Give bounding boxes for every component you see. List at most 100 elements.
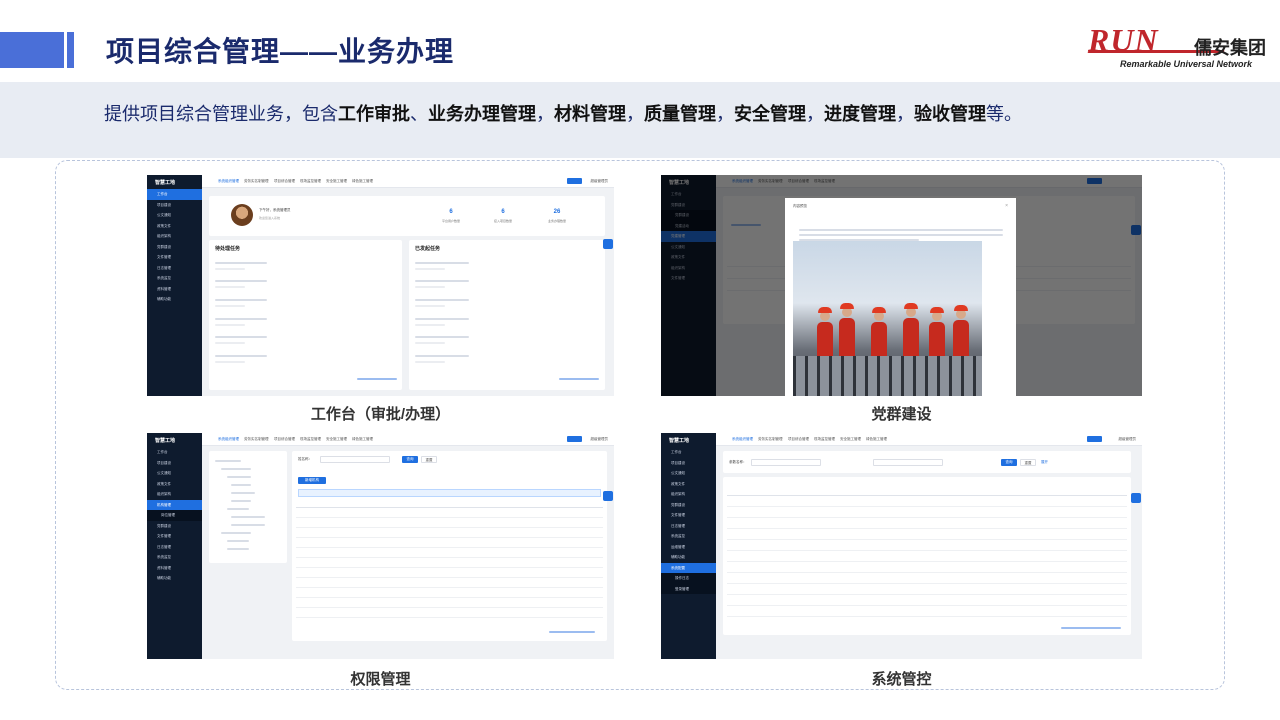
table-row [296, 537, 603, 538]
manager-label: 超级管理员 [590, 179, 609, 183]
top-tab: 绿色施工管理 [866, 437, 887, 441]
task-line [415, 299, 469, 301]
task-line [415, 336, 469, 338]
task-date [215, 361, 245, 363]
query-button: 查询 [402, 456, 418, 463]
org-tree [209, 451, 287, 563]
stat-label: 接入项目数量 [493, 219, 512, 223]
modal-text [799, 229, 1003, 231]
reset-button: 重置 [1020, 459, 1036, 466]
table-row [727, 506, 1127, 507]
tree-node [227, 508, 249, 510]
workspace-button [567, 178, 582, 184]
workbench-screenshot: 智慧工地 工作台 项目建设 公文通知 政策文件 组织架构 党群建设 文件管理 日… [147, 175, 614, 396]
stat-label: 业务办理数量 [547, 219, 566, 223]
param-table-card [723, 477, 1131, 635]
table-row [296, 577, 603, 578]
stat-label: 平台用户数量 [441, 219, 460, 223]
top-nav: 系统组织管理 劳务实名制管理 项目综合管理 现场监控管理 安全施工管理 绿色施工… [202, 175, 614, 188]
sidebar-item: 组织架构 [157, 234, 171, 238]
top-tab: 劳务实名制管理 [758, 437, 783, 441]
caption-permission: 权限管理 [350, 671, 411, 688]
sidebar-item: 日志管理 [157, 265, 171, 270]
top-tab: 劳务实名制管理 [244, 179, 269, 183]
activity-photo [793, 241, 982, 396]
search-label: 姓名称： [298, 457, 312, 461]
sidebar-brand: 智慧工地 [155, 438, 176, 444]
intro-item: 材料管理 [554, 104, 626, 124]
task-line [415, 355, 469, 357]
intro-sep: 、 [410, 104, 428, 124]
sidebar-item: 工作台 [671, 450, 682, 454]
tree-node [231, 516, 265, 518]
welcome-card: 下午好，系统管理员 欢迎您进入系统 6 平台用户数量 6 接入项目数量 26 业… [209, 196, 605, 236]
intro-sep: ， [536, 104, 554, 124]
task-date [415, 324, 445, 326]
table-row [727, 550, 1127, 551]
task-line [215, 336, 267, 338]
task-line [215, 262, 267, 264]
modal-text [799, 234, 1003, 236]
intro-item: 质量管理 [644, 104, 716, 124]
task-line [215, 280, 267, 282]
search-card: 参数名称： 查询 重置 展开 [723, 451, 1131, 473]
sidebar-item: 资料管理 [157, 286, 171, 291]
sidebar-item: 系统配置 [661, 562, 716, 573]
sidebar-item: 项目建设 [157, 202, 171, 207]
sidebar-item: 操作日志 [661, 573, 716, 584]
intro-item: 工作审批 [338, 104, 410, 124]
table-row [727, 583, 1127, 584]
intro-suffix: 等。 [986, 104, 1022, 124]
sidebar-item: 项目建设 [671, 460, 685, 465]
expand-link: 展开 [1041, 460, 1048, 464]
table-row [727, 528, 1127, 529]
table-header [296, 507, 603, 508]
company-logo: RUN 儒安集团 Remarkable Universal Network [1087, 22, 1266, 74]
tree-node [231, 500, 251, 502]
intro-sep: ， [806, 104, 824, 124]
sidebar-item: 工作台 [147, 189, 202, 200]
sidebar-item: 党群建设 [157, 244, 171, 249]
task-date [415, 361, 445, 363]
task-date [415, 342, 445, 344]
intro-sep: ， [896, 104, 914, 124]
search-input [320, 456, 390, 463]
sidebar-item: 日志管理 [671, 523, 685, 528]
intro-item: 进度管理 [824, 104, 896, 124]
sidebar-item: 政策文件 [157, 481, 171, 486]
sidebar-item: 公文通知 [157, 471, 171, 475]
tree-node [221, 532, 251, 534]
task-line [415, 318, 469, 320]
modal-title: 内容预览 [793, 204, 807, 208]
party-building-screenshot: 智慧工地 工作台 党群建设 党群建设 党建活动 党建管理 公文通知 政策文件 组… [661, 175, 1142, 396]
pagination [357, 378, 397, 380]
table-row [727, 539, 1127, 540]
query-button: 查询 [1001, 459, 1017, 466]
intro-prefix: 提供项目综合管理业务，包含 [104, 104, 338, 124]
workspace-button [1087, 436, 1102, 442]
sidebar-item: 党群建设 [671, 502, 685, 507]
sidebar-item: 运维管理 [671, 544, 685, 549]
table-row [727, 572, 1127, 573]
caption-system-control: 系统管控 [871, 671, 932, 688]
system-control-screenshot: 智慧工地 工作台 项目建设 公文通知 政策文件 组织架构 党群建设 文件管理 日… [661, 433, 1142, 659]
sidebar-item: 政策文件 [671, 481, 685, 486]
sidebar-item: 机构管理 [147, 499, 202, 510]
top-tab: 现场监控管理 [300, 437, 321, 441]
sidebar-item: 组织架构 [157, 492, 171, 496]
tree-node [215, 460, 241, 462]
code-input [873, 459, 943, 466]
title-accent-stripe [67, 32, 74, 68]
table-row [296, 527, 603, 528]
task-line [415, 280, 469, 282]
sidebar-item: 文件管理 [157, 534, 171, 538]
intro-item: 验收管理 [914, 104, 986, 124]
table-row [727, 517, 1127, 518]
top-tab: 绿色施工管理 [352, 437, 373, 441]
sidebar-item: 日志管理 [157, 544, 171, 549]
logo-name-cn: 儒安集团 [1194, 38, 1266, 58]
task-date [415, 268, 445, 270]
workspace-button [567, 436, 582, 442]
task-date [215, 342, 245, 344]
task-line [415, 262, 469, 264]
